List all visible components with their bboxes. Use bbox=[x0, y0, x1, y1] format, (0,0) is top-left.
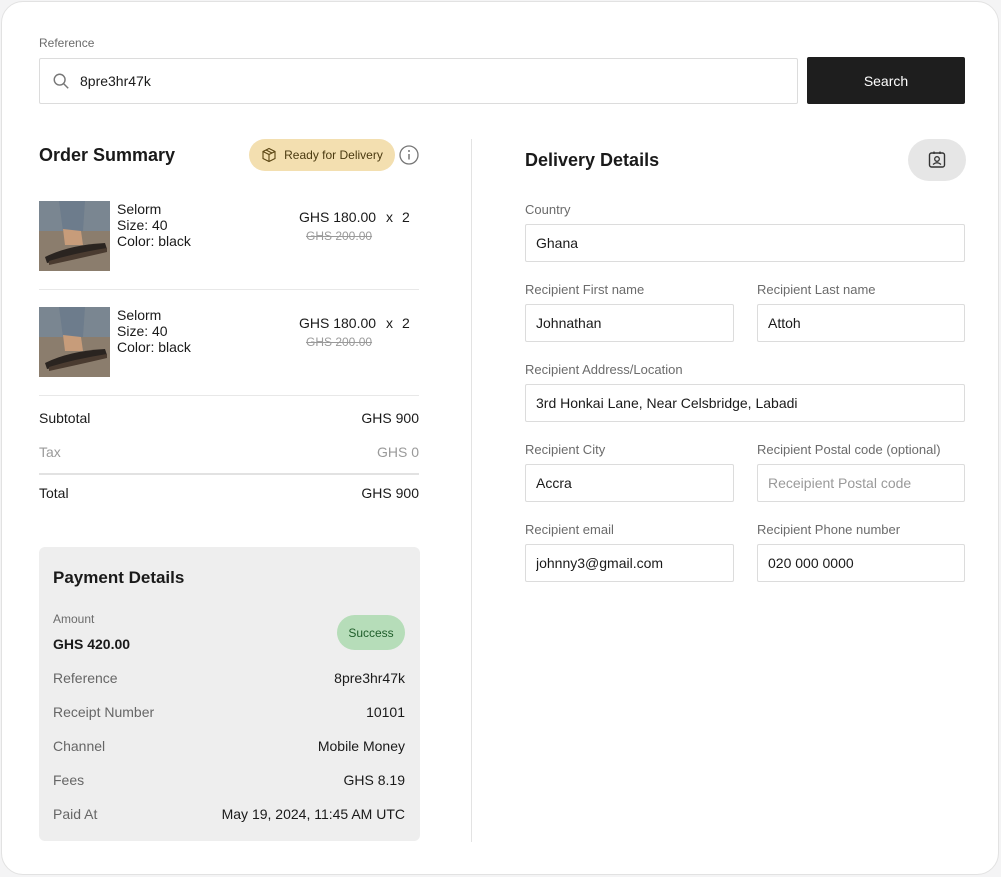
item-divider bbox=[39, 395, 419, 396]
total-value: GHS 900 bbox=[361, 485, 419, 501]
payment-row: Receipt Number 10101 bbox=[53, 704, 405, 720]
last-name-label: Recipient Last name bbox=[757, 282, 876, 297]
payment-details-title: Payment Details bbox=[53, 568, 185, 587]
country-label: Country bbox=[525, 202, 571, 217]
reference-label: Reference bbox=[39, 36, 95, 50]
contact-card-icon bbox=[928, 151, 946, 168]
tax-row: Tax GHS 0 bbox=[39, 444, 419, 460]
payment-row: Channel Mobile Money bbox=[53, 738, 405, 754]
amount-label: Amount bbox=[53, 612, 95, 626]
payment-details-card: Payment Details Amount GHS 420.00 Succes… bbox=[39, 547, 420, 841]
item-old-price: GHS 200.00 bbox=[306, 229, 373, 243]
address-field[interactable] bbox=[525, 384, 965, 422]
item-times: x bbox=[386, 315, 393, 331]
product-image bbox=[39, 307, 110, 377]
payment-status-badge: Success bbox=[337, 615, 405, 650]
info-icon[interactable] bbox=[399, 145, 419, 165]
item-divider bbox=[39, 289, 419, 290]
email-label: Recipient email bbox=[525, 522, 614, 537]
country-field[interactable] bbox=[525, 224, 965, 262]
item-qty: 2 bbox=[402, 315, 410, 331]
order-summary-title: Order Summary bbox=[39, 145, 176, 165]
item-price: GHS 180.00 bbox=[299, 209, 377, 225]
status-badge-label: Ready for Delivery bbox=[284, 148, 383, 162]
subtotal-value: GHS 900 bbox=[361, 410, 419, 426]
total-row: Total GHS 900 bbox=[39, 485, 419, 501]
item-qty: 2 bbox=[402, 209, 410, 225]
email-field[interactable] bbox=[525, 544, 734, 582]
item-times: x bbox=[386, 209, 393, 225]
postal-code-label: Recipient Postal code (optional) bbox=[757, 442, 941, 457]
first-name-field[interactable] bbox=[525, 304, 734, 342]
order-item: Selorm Size: 40 Color: black GHS 180.00 … bbox=[39, 307, 419, 379]
reference-search-box[interactable] bbox=[39, 58, 798, 104]
contact-card-button[interactable] bbox=[908, 139, 966, 181]
phone-label: Recipient Phone number bbox=[757, 522, 901, 537]
item-size: Size: 40 bbox=[117, 323, 168, 339]
subtotal-label: Subtotal bbox=[39, 410, 91, 426]
item-price: GHS 180.00 bbox=[299, 315, 377, 331]
tax-label: Tax bbox=[39, 444, 61, 460]
product-image bbox=[39, 201, 110, 271]
delivery-details-title: Delivery Details bbox=[525, 150, 660, 170]
payment-row: Fees GHS 8.19 bbox=[53, 772, 405, 788]
last-name-field[interactable] bbox=[757, 304, 965, 342]
postal-code-field[interactable] bbox=[757, 464, 965, 502]
item-color: Color: black bbox=[117, 233, 191, 249]
reference-input[interactable] bbox=[80, 73, 760, 89]
order-lookup-card: Reference Search Order Summary Ready for… bbox=[1, 1, 999, 875]
tax-value: GHS 0 bbox=[376, 444, 419, 460]
item-color: Color: black bbox=[117, 339, 191, 355]
search-icon bbox=[53, 73, 69, 89]
item-size: Size: 40 bbox=[117, 217, 168, 233]
item-old-price: GHS 200.00 bbox=[306, 335, 373, 349]
status-badge: Ready for Delivery bbox=[249, 139, 395, 171]
payment-row: Paid At May 19, 2024, 11:45 AM UTC bbox=[53, 806, 405, 822]
city-field[interactable] bbox=[525, 464, 734, 502]
column-divider bbox=[471, 139, 472, 842]
city-label: Recipient City bbox=[525, 442, 606, 457]
subtotal-row: Subtotal GHS 900 bbox=[39, 410, 419, 426]
address-label: Recipient Address/Location bbox=[525, 362, 683, 377]
package-icon bbox=[262, 147, 276, 163]
total-label: Total bbox=[39, 485, 69, 501]
phone-field[interactable] bbox=[757, 544, 965, 582]
first-name-label: Recipient First name bbox=[525, 282, 645, 297]
item-name: Selorm bbox=[117, 201, 162, 217]
total-divider bbox=[39, 473, 419, 475]
amount-value: GHS 420.00 bbox=[53, 636, 131, 652]
item-name: Selorm bbox=[117, 307, 162, 323]
payment-row: Reference 8pre3hr47k bbox=[53, 670, 405, 686]
order-item: Selorm Size: 40 Color: black GHS 180.00 … bbox=[39, 201, 419, 273]
search-button[interactable]: Search bbox=[807, 57, 965, 104]
